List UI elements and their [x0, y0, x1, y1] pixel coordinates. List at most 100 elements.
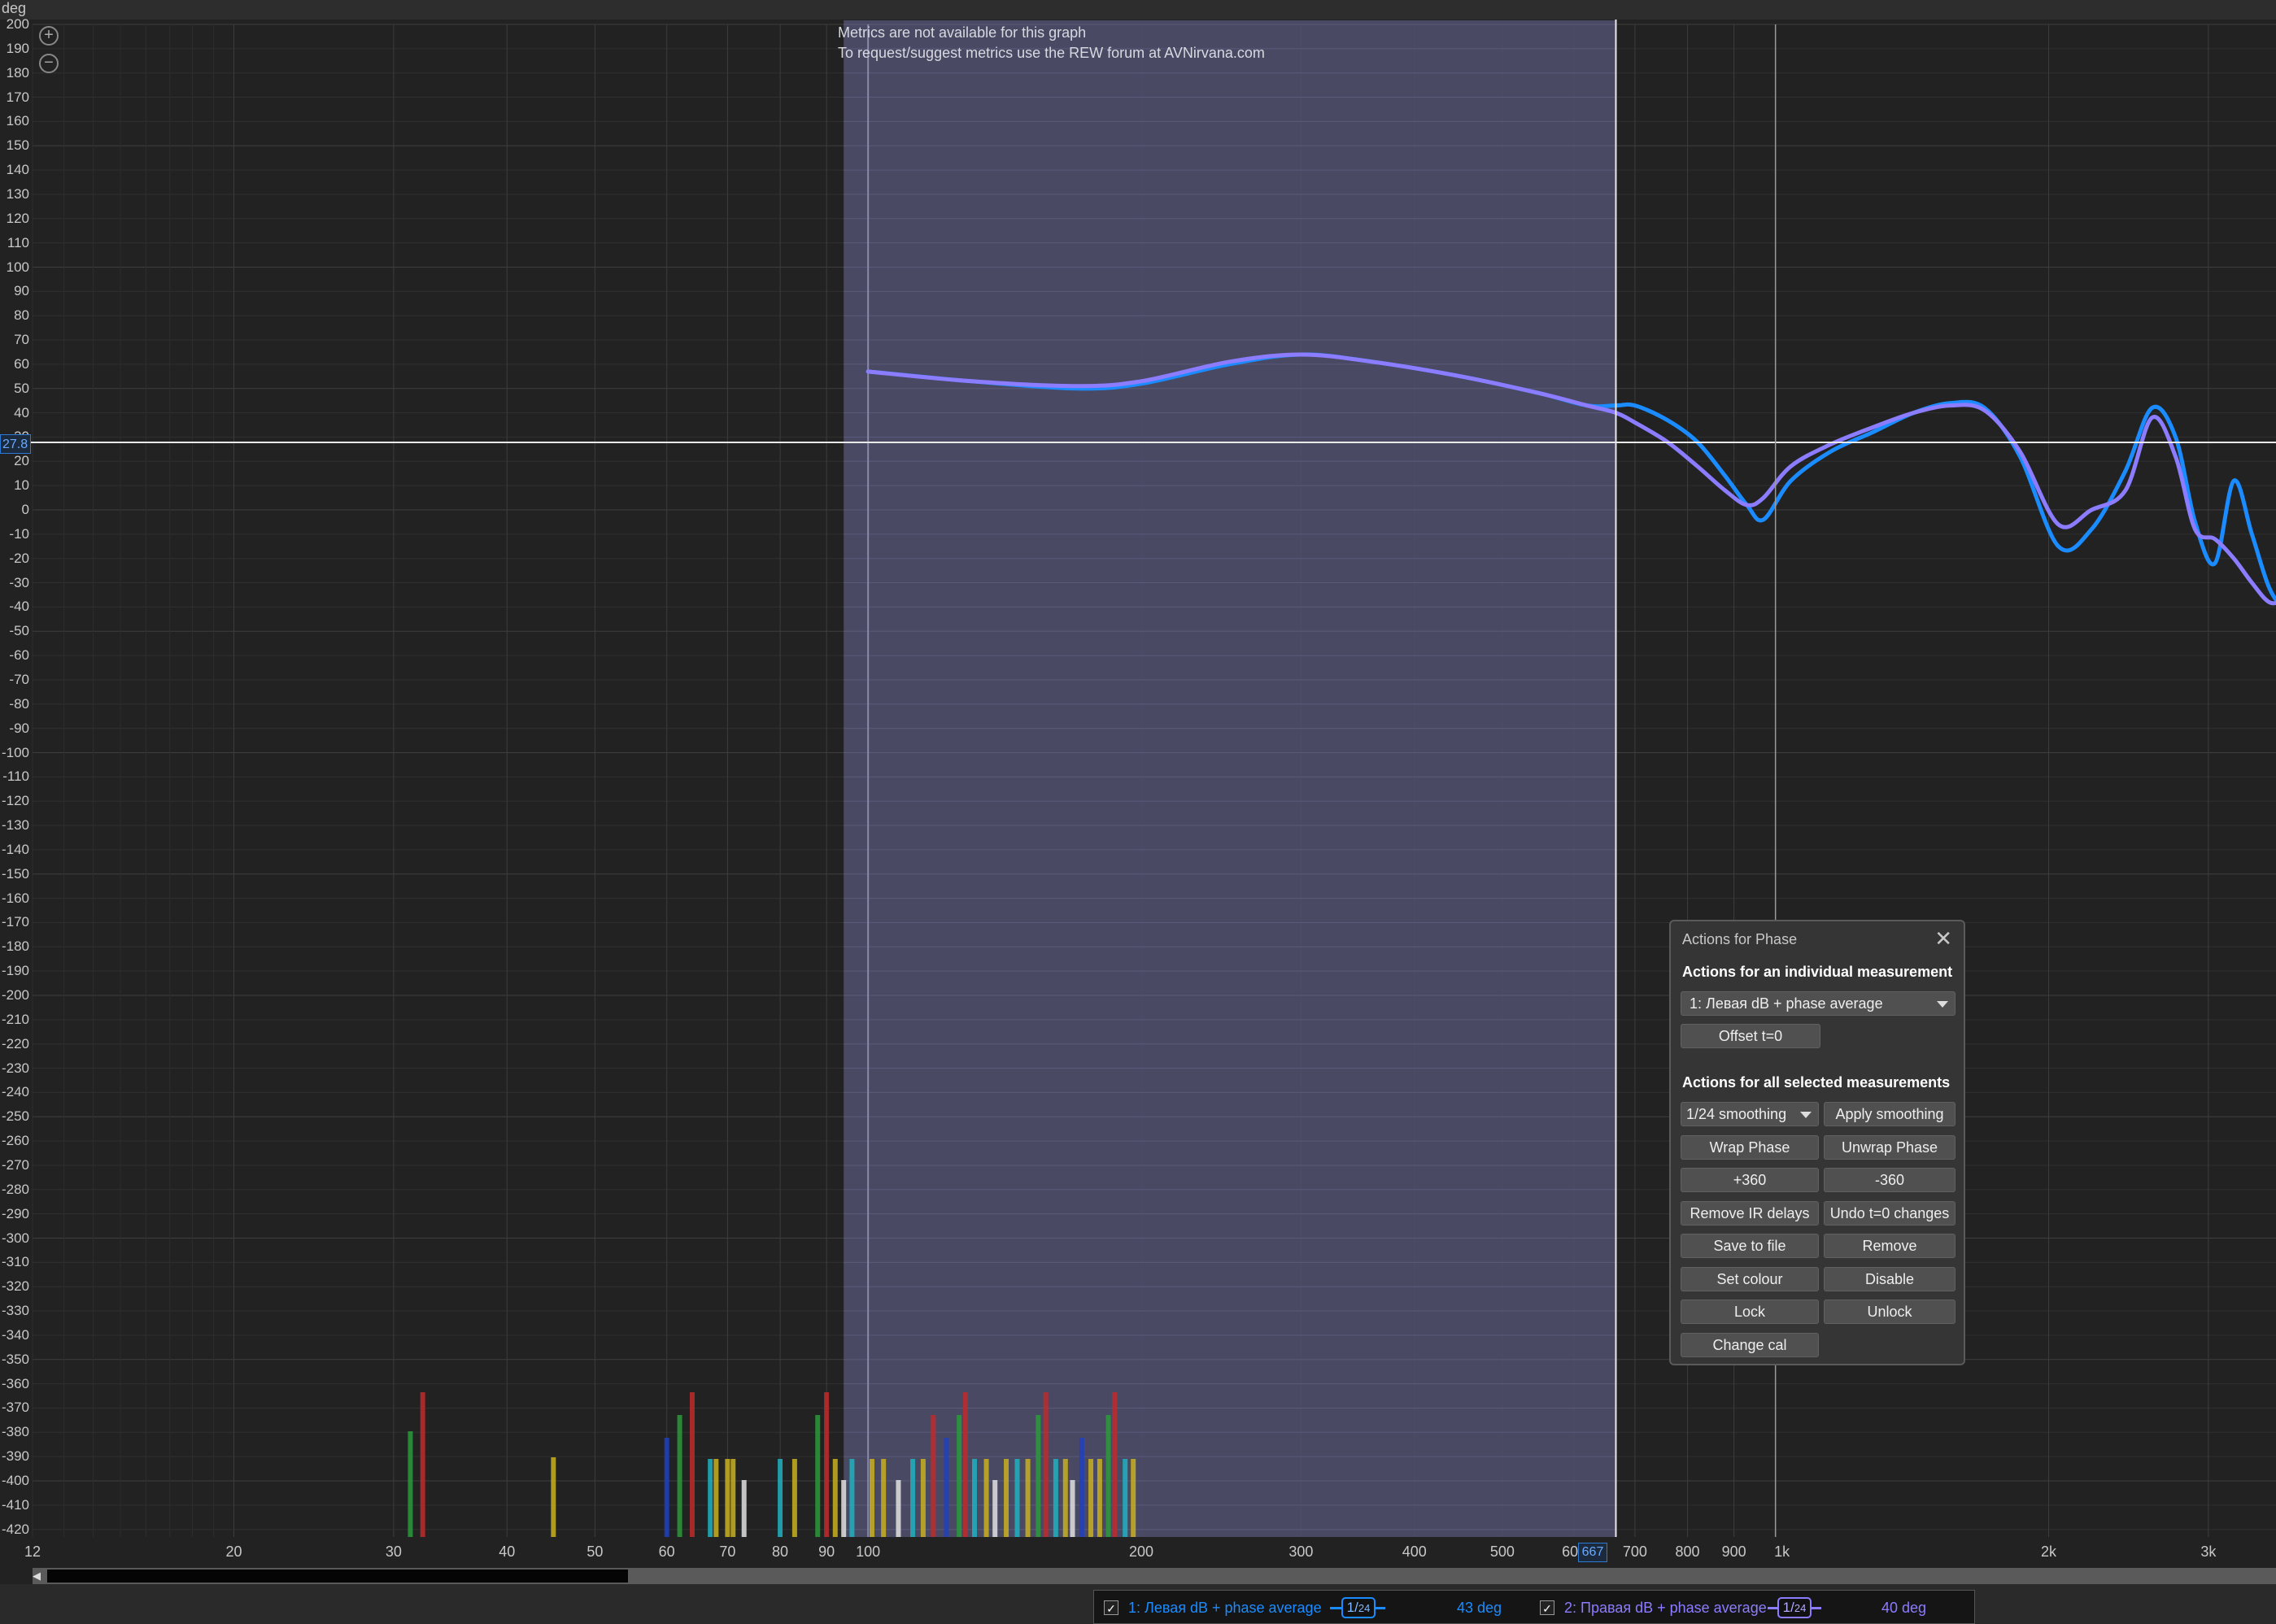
x-tick-label: 70 [719, 1543, 736, 1560]
x-tick-label: 800 [1675, 1543, 1700, 1560]
minus-360-button[interactable]: -360 [1824, 1168, 1956, 1192]
y-tick-label: -50 [9, 623, 29, 639]
modal-bar [1025, 1459, 1031, 1537]
modal-bar [983, 1459, 989, 1537]
remove-ir-delays-button[interactable]: Remove IR delays [1681, 1201, 1819, 1226]
undo-t0-changes-button[interactable]: Undo t=0 changes [1824, 1201, 1956, 1226]
modal-bar [1036, 1415, 1041, 1537]
measurement-legend: ✓ 1: Левая dB + phase average 1/24 43 de… [1093, 1590, 1975, 1624]
x-tick-label: 12 [24, 1543, 41, 1560]
modal-bar [1004, 1459, 1009, 1537]
legend-item-1[interactable]: ✓ 1: Левая dB + phase average 1/24 43 de… [1104, 1597, 1527, 1618]
modal-bar [1079, 1438, 1084, 1537]
horizontal-scrollbar[interactable] [33, 1568, 2276, 1584]
y-tick-label: -110 [2, 768, 29, 785]
y-tick-label: 80 [14, 307, 29, 324]
zoom-in-icon[interactable]: + [39, 26, 59, 46]
y-tick-label: -30 [9, 574, 29, 590]
modal-bar [791, 1459, 797, 1537]
y-tick-label: -140 [1, 841, 29, 857]
y-tick-label: -160 [1, 890, 29, 906]
y-tick-label: -360 [1, 1375, 29, 1391]
y-tick-label: -180 [1, 938, 29, 955]
scroll-left-icon[interactable]: ◀ [33, 1570, 44, 1583]
measurement-select[interactable]: 1: Левая dB + phase average [1681, 991, 1956, 1016]
y-tick-label: -230 [1, 1060, 29, 1076]
modal-bar [1131, 1459, 1136, 1537]
modal-bar [896, 1480, 901, 1537]
x-tick-label: 20 [225, 1543, 242, 1560]
y-tick-label: 130 [6, 185, 29, 202]
remove-button[interactable]: Remove [1824, 1234, 1956, 1258]
wrap-phase-button[interactable]: Wrap Phase [1681, 1135, 1819, 1160]
save-to-file-button[interactable]: Save to file [1681, 1234, 1819, 1258]
unwrap-phase-button[interactable]: Unwrap Phase [1824, 1135, 1956, 1160]
section-all-heading: Actions for all selected measurements [1682, 1074, 1951, 1091]
y-tick-label: -100 [1, 744, 29, 760]
lock-button[interactable]: Lock [1681, 1300, 1819, 1324]
legend-item-2-value: 40 deg [1881, 1600, 1927, 1616]
zoom-out-icon[interactable]: − [39, 54, 59, 73]
top-strip [0, 0, 2276, 20]
y-tick-label: -260 [1, 1133, 29, 1149]
modal-bar [832, 1459, 838, 1537]
unlock-button[interactable]: Unlock [1824, 1300, 1956, 1324]
y-tick-label: 190 [6, 40, 29, 56]
modal-bar [841, 1480, 847, 1537]
plus-360-button[interactable]: +360 [1681, 1168, 1819, 1192]
modal-bar [741, 1480, 747, 1537]
selection-range [844, 20, 1616, 1537]
x-tick-label: 500 [1489, 1543, 1515, 1560]
offset-t0-button[interactable]: Offset t=0 [1681, 1024, 1820, 1048]
chevron-down-icon [1800, 1112, 1812, 1118]
modal-bar [931, 1415, 936, 1537]
legend-item-2-checkbox[interactable]: ✓ [1540, 1600, 1554, 1615]
modal-bar [920, 1459, 926, 1537]
apply-smoothing-button[interactable]: Apply smoothing [1824, 1102, 1956, 1126]
modal-bar [957, 1415, 962, 1537]
y-tick-label: -340 [1, 1326, 29, 1343]
modal-bar [849, 1459, 855, 1537]
legend-item-1-checkbox[interactable]: ✓ [1104, 1600, 1118, 1615]
legend-item-2[interactable]: ✓ 2: Правая dB + phase average 1/24 40 d… [1540, 1597, 1963, 1618]
y-tick-label: -420 [1, 1521, 29, 1537]
y-tick-label: -200 [1, 987, 29, 1003]
y-tick-label: -280 [1, 1181, 29, 1197]
modal-bar [1097, 1459, 1102, 1537]
y-unit-label: deg [2, 0, 27, 16]
cursor-x-readout: 667 [1578, 1543, 1607, 1562]
modal-bar [1014, 1459, 1020, 1537]
dialog-title: Actions for Phase [1682, 931, 1798, 947]
modal-bar [1070, 1480, 1075, 1537]
chevron-down-icon [1937, 1001, 1948, 1008]
legend-item-1-smoothing-badge[interactable]: 1/24 [1341, 1597, 1376, 1618]
modal-bar [992, 1480, 998, 1537]
y-tick-label: 180 [6, 64, 29, 81]
change-cal-button[interactable]: Change cal [1681, 1333, 1819, 1357]
modal-bar [689, 1392, 695, 1537]
x-tick-label: 80 [772, 1543, 789, 1560]
legend-item-1-smoothing-den: 24 [1358, 1602, 1371, 1614]
disable-button[interactable]: Disable [1824, 1267, 1956, 1291]
modal-bar [824, 1392, 830, 1537]
y-tick-label: -150 [1, 865, 29, 882]
smoothing-select[interactable]: 1/24 smoothing [1681, 1102, 1819, 1126]
y-tick-label: -290 [1, 1205, 29, 1221]
modal-bar [1043, 1392, 1049, 1537]
modal-bar [1105, 1415, 1111, 1537]
y-tick-label: -370 [1, 1400, 29, 1416]
x-tick-label: 1k [1774, 1543, 1790, 1560]
modal-bar [778, 1459, 783, 1537]
set-colour-button[interactable]: Set colour [1681, 1267, 1819, 1291]
close-icon[interactable]: ✕ [1934, 926, 1952, 951]
x-tick-label: 30 [385, 1543, 402, 1560]
y-tick-label: 60 [14, 355, 29, 372]
legend-item-2-smoothing-badge[interactable]: 1/24 [1777, 1597, 1812, 1618]
y-tick-label: -120 [1, 793, 29, 809]
x-tick-label: 400 [1402, 1543, 1427, 1560]
y-tick-label: -10 [9, 525, 29, 542]
scrollbar-thumb[interactable] [47, 1570, 628, 1583]
y-tick-label: -270 [1, 1156, 29, 1173]
y-tick-label: -310 [1, 1254, 29, 1270]
y-tick-label: 160 [6, 113, 29, 129]
